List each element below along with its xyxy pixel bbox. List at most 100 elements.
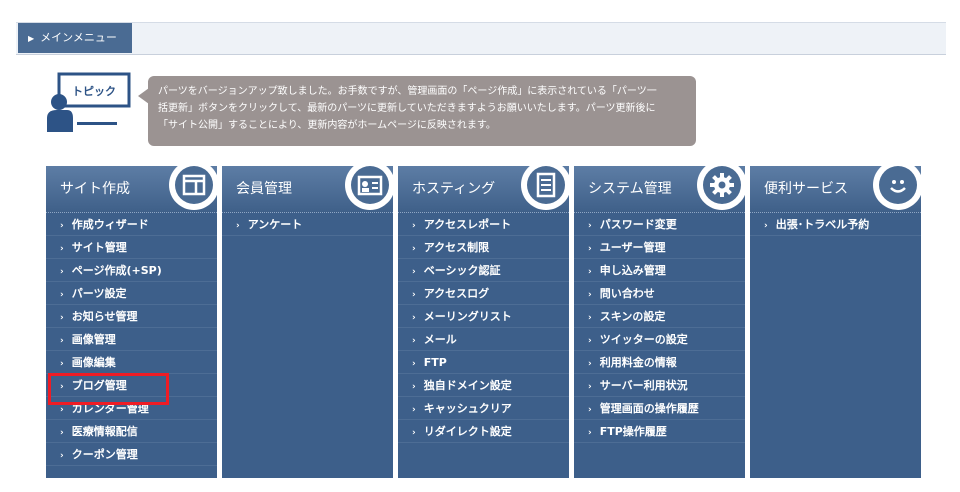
chevron-right-icon: › [60, 405, 64, 415]
menu-item-label: 医療情報配信 [71, 425, 138, 438]
menu-item-label: スキンの設定 [599, 310, 666, 323]
chevron-right-icon: › [588, 336, 592, 346]
menu-item-label: お知らせ管理 [71, 310, 138, 323]
column-title-text: 会員管理 [236, 181, 292, 197]
chevron-right-icon: › [764, 221, 768, 231]
topic-label: トピック [72, 85, 116, 98]
column-title-text: ホスティング [412, 181, 496, 197]
chevron-right-icon: › [60, 359, 64, 369]
chevron-right-icon: › [60, 428, 64, 438]
column-title-text: システム管理 [588, 181, 672, 197]
menu-item-label: パーツ設定 [71, 287, 127, 300]
column-title-text: サイト作成 [60, 181, 130, 197]
chevron-right-icon: › [60, 221, 64, 231]
chevron-right-icon: › [60, 336, 64, 346]
chevron-right-icon: › [412, 336, 416, 346]
chevron-right-icon: › [588, 428, 592, 438]
menu-item[interactable]: › ツイッターの設定 [574, 328, 745, 351]
layout-icon [169, 160, 219, 210]
menu-item[interactable]: › リダイレクト設定 [398, 420, 569, 443]
topic-line: パーツをバージョンアップ致しました。お手数ですが、管理画面の「ページ作成」に表示… [158, 86, 657, 97]
menu-item[interactable]: › FTP [398, 351, 569, 374]
menu-item[interactable]: › スキンの設定 [574, 305, 745, 328]
topic-presenter-icon: トピック [47, 72, 135, 132]
menu-item-label: FTP [423, 356, 447, 369]
menu-item[interactable]: › 申し込み管理 [574, 259, 745, 282]
chevron-right-icon: › [588, 244, 592, 254]
menu-item[interactable]: › アクセスレポート [398, 213, 569, 236]
menu-item-label: 出張･トラベル予約 [775, 218, 870, 231]
menu-item[interactable]: › パーツ設定 [46, 282, 217, 305]
menu-item[interactable]: › クーポン管理 [46, 443, 217, 466]
menu-item[interactable]: › ユーザー管理 [574, 236, 745, 259]
menu-item-label: パスワード変更 [599, 218, 677, 231]
menu-item-label: 画像編集 [71, 356, 116, 369]
chevron-right-icon: › [588, 382, 592, 392]
menu-item-label: FTP操作履歴 [599, 425, 667, 438]
chevron-right-icon: › [412, 244, 416, 254]
chevron-right-icon: › [412, 313, 416, 323]
menu-item-label: 作成ウィザード [71, 218, 149, 231]
chevron-right-icon: › [588, 313, 592, 323]
menu-item-label: メール [423, 333, 457, 346]
menu-item-label: ページ作成(+SP) [71, 264, 162, 277]
topic-line: 「サイト公開」することにより、更新内容がホームページに反映されます。 [158, 120, 496, 131]
menu-item-label: アクセスログ [423, 287, 490, 300]
menu-item[interactable]: › ページ作成(+SP) [46, 259, 217, 282]
menu-item-label: サーバー利用状況 [599, 379, 688, 392]
menu-item-label: ユーザー管理 [599, 241, 666, 254]
menu-item[interactable]: › お知らせ管理 [46, 305, 217, 328]
menu-item[interactable]: › 問い合わせ [574, 282, 745, 305]
menu-item-label: アンケート [247, 218, 303, 231]
menu-item[interactable]: › 画像編集 [46, 351, 217, 374]
column-title: システム管理 [574, 160, 747, 212]
menu-item-label: リダイレクト設定 [423, 425, 512, 438]
column-title: 会員管理 [222, 160, 395, 212]
chevron-right-icon: › [412, 221, 416, 231]
menu-item[interactable]: › 利用料金の情報 [574, 351, 745, 374]
menu-item[interactable]: › メーリングリスト [398, 305, 569, 328]
chevron-right-icon: › [60, 244, 64, 254]
menu-column: 会員管理 › アンケート [222, 160, 395, 478]
chevron-right-icon: › [60, 451, 64, 461]
highlight-box [48, 373, 169, 405]
menu-item[interactable]: › 医療情報配信 [46, 420, 217, 443]
gear-icon [697, 160, 747, 210]
main-menu-tab[interactable]: ▶ メインメニュー [18, 23, 132, 53]
menu-item[interactable]: › メール [398, 328, 569, 351]
menu-item[interactable]: › 独自ドメイン設定 [398, 374, 569, 397]
menu-item[interactable]: › 出張･トラベル予約 [750, 213, 921, 236]
menu-item[interactable]: › アンケート [222, 213, 393, 236]
chevron-right-icon: › [588, 221, 592, 231]
chevron-right-icon: › [588, 405, 592, 415]
menu-item[interactable]: › ベーシック認証 [398, 259, 569, 282]
menu-item[interactable]: › アクセス制限 [398, 236, 569, 259]
menu-item[interactable]: › サイト管理 [46, 236, 217, 259]
menu-item-label: 独自ドメイン設定 [423, 379, 512, 392]
menu-item[interactable]: › 管理画面の操作履歴 [574, 397, 745, 420]
chevron-right-icon: › [60, 290, 64, 300]
menu-item-label: 申し込み管理 [599, 264, 666, 277]
chevron-right-icon: › [412, 405, 416, 415]
menu-column: 便利サービス › 出張･トラベル予約 [750, 160, 923, 478]
menu-item[interactable]: › キャッシュクリア [398, 397, 569, 420]
menu-list: › アクセスレポート › アクセス制限 › ベーシック認証 › アクセスログ › メーリングリスト… [398, 212, 569, 443]
menu-item[interactable]: › 画像管理 [46, 328, 217, 351]
column-title: サイト作成 [46, 160, 219, 212]
menu-list: › パスワード変更 › ユーザー管理 › 申し込み管理 › 問い合わせ › スキンの設定 › ツイッタ… [574, 212, 745, 443]
menu-item[interactable]: › サーバー利用状況 [574, 374, 745, 397]
document-icon [521, 160, 571, 210]
main-menu-bar [16, 22, 946, 55]
column-title: ホスティング [398, 160, 571, 212]
menu-item[interactable]: › パスワード変更 [574, 213, 745, 236]
chevron-right-icon: › [412, 428, 416, 438]
menu-list: › 出張･トラベル予約 [750, 212, 921, 236]
menu-item[interactable]: › 作成ウィザード [46, 213, 217, 236]
menu-item-label: 利用料金の情報 [599, 356, 677, 369]
chevron-right-icon: › [60, 313, 64, 323]
smile-icon [873, 160, 923, 210]
column-title: 便利サービス [750, 160, 923, 212]
menu-item[interactable]: › アクセスログ [398, 282, 569, 305]
menu-item[interactable]: › FTP操作履歴 [574, 420, 745, 443]
chevron-right-icon: › [588, 267, 592, 277]
